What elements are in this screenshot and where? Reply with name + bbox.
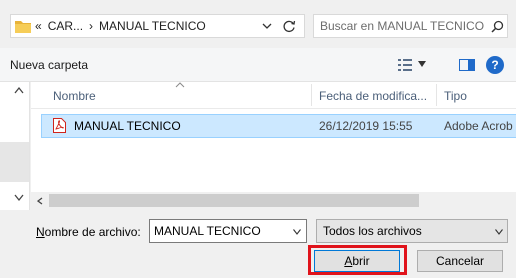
scroll-down-icon[interactable] <box>14 194 24 202</box>
file-type-filter[interactable]: Todos los archivos <box>316 219 508 243</box>
navigation-pane-selection <box>0 142 29 182</box>
sort-ascending-icon <box>175 82 185 88</box>
file-type: Adobe Acrob <box>444 119 513 133</box>
column-header-date[interactable]: Fecha de modifica... <box>319 89 427 103</box>
open-button-label: brir <box>352 254 370 268</box>
breadcrumb-item-current[interactable]: MANUAL TECNICO <box>99 19 206 33</box>
refresh-icon[interactable] <box>281 18 297 34</box>
open-button[interactable]: Abrir <box>314 250 400 272</box>
file-name: MANUAL TECNICO <box>74 119 181 133</box>
column-divider[interactable] <box>436 84 437 106</box>
breadcrumb-separator: › <box>89 19 94 33</box>
folder-icon <box>15 21 31 33</box>
scroll-up-icon[interactable] <box>14 86 24 94</box>
breadcrumb-overflow[interactable]: « <box>35 19 42 33</box>
column-divider[interactable] <box>311 84 312 106</box>
breadcrumb-item-parent[interactable]: CAR... <box>48 19 83 33</box>
search-input[interactable]: Buscar en MANUAL TECNICO <box>320 19 484 33</box>
pdf-file-icon <box>53 118 66 133</box>
chevron-down-icon[interactable] <box>495 229 503 235</box>
chevron-down-icon[interactable] <box>261 20 273 32</box>
filename-input[interactable]: MANUAL TECNICO <box>154 224 261 238</box>
filename-label-text: ombre de archivo: <box>44 225 141 239</box>
file-date: 26/12/2019 15:55 <box>319 119 413 133</box>
navigation-pane[interactable] <box>0 82 30 210</box>
filename-field[interactable]: MANUAL TECNICO <box>149 219 307 243</box>
file-list[interactable]: Nombre Fecha de modifica... Tipo MANUAL … <box>31 82 516 192</box>
help-icon[interactable]: ? <box>486 56 504 74</box>
chevron-down-icon[interactable] <box>293 229 301 235</box>
file-type-filter-value: Todos los archivos <box>323 224 422 238</box>
search-icon <box>491 20 504 33</box>
view-options-icon[interactable] <box>398 59 412 71</box>
file-row[interactable]: MANUAL TECNICO 26/12/2019 15:55 Adobe Ac… <box>41 114 516 138</box>
cancel-button[interactable]: Cancelar <box>417 250 503 272</box>
column-header-name[interactable]: Nombre <box>53 89 96 103</box>
column-header-type[interactable]: Tipo <box>444 89 467 103</box>
preview-pane-icon[interactable] <box>459 59 475 71</box>
new-folder-button[interactable]: Nueva carpeta <box>10 58 88 72</box>
search-box[interactable]: Buscar en MANUAL TECNICO <box>313 14 508 38</box>
scroll-left-icon[interactable] <box>37 197 43 205</box>
chevron-down-icon[interactable] <box>418 61 426 67</box>
column-header-row: Nombre Fecha de modifica... Tipo <box>31 82 516 109</box>
horizontal-scrollbar[interactable] <box>31 192 516 209</box>
filename-label: Nombre de archivo: <box>36 225 141 239</box>
toolbar: Nueva carpeta ? <box>0 48 516 82</box>
filename-label-accelerator: N <box>36 225 45 239</box>
breadcrumb: « CAR... › MANUAL TECNICO <box>35 19 212 33</box>
scrollbar-thumb[interactable] <box>49 194 419 207</box>
address-bar[interactable]: « CAR... › MANUAL TECNICO <box>10 14 305 38</box>
